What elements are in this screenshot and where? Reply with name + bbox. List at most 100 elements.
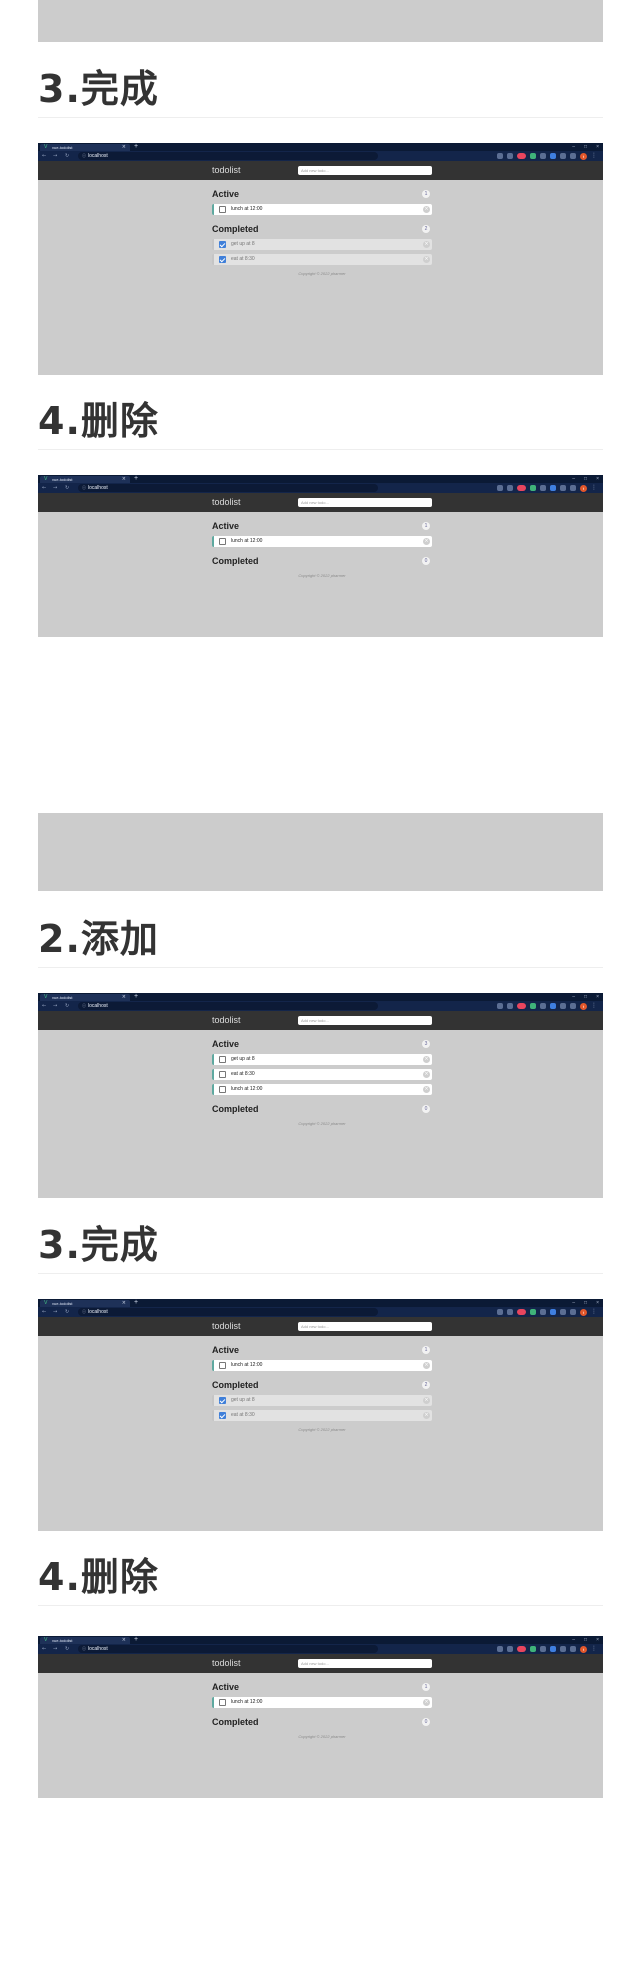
forward-icon[interactable]: →	[53, 151, 57, 161]
reload-icon[interactable]: ↻	[65, 483, 69, 493]
new-todo-input[interactable]	[298, 1016, 432, 1025]
star-icon[interactable]	[507, 153, 513, 159]
extension-icon[interactable]	[540, 1003, 546, 1009]
extension-icon[interactable]	[550, 1646, 556, 1652]
maximize-icon[interactable]: □	[584, 993, 587, 1001]
tab-close-icon[interactable]: ×	[122, 994, 126, 1001]
extension-icon[interactable]	[540, 1646, 546, 1652]
todo-checkbox-checked[interactable]	[219, 256, 226, 263]
profile-avatar[interactable]: t	[580, 152, 587, 160]
delete-icon[interactable]: ×	[423, 1086, 430, 1093]
browser-menu-icon[interactable]: ⋮	[591, 1645, 597, 1653]
forward-icon[interactable]: →	[53, 1307, 57, 1317]
maximize-icon[interactable]: □	[584, 1636, 587, 1644]
forward-icon[interactable]: →	[53, 483, 57, 493]
delete-icon[interactable]: ×	[423, 256, 430, 263]
extension-icon[interactable]	[550, 153, 556, 159]
back-icon[interactable]: ←	[42, 1644, 46, 1654]
sidebar-icon[interactable]	[570, 1003, 576, 1009]
extension-icon[interactable]	[530, 1309, 536, 1315]
close-window-icon[interactable]: ×	[596, 993, 599, 1001]
extension-icon[interactable]	[517, 153, 526, 159]
maximize-icon[interactable]: □	[584, 143, 587, 151]
sidebar-icon[interactable]	[570, 485, 576, 491]
minimize-icon[interactable]: –	[572, 1636, 575, 1644]
extension-icon[interactable]	[560, 1003, 566, 1009]
new-tab-button[interactable]: +	[134, 475, 138, 483]
address-bar[interactable]: ⓘ localhost	[78, 1645, 378, 1653]
todo-checkbox[interactable]	[219, 1362, 226, 1369]
reload-icon[interactable]: ↻	[65, 1001, 69, 1011]
extension-icon[interactable]	[530, 153, 536, 159]
extension-icon[interactable]	[530, 1003, 536, 1009]
browser-tab[interactable]: Vvue-todolist ×	[40, 994, 130, 1001]
close-window-icon[interactable]: ×	[596, 1636, 599, 1644]
address-bar[interactable]: ⓘ localhost	[78, 1002, 378, 1010]
browser-menu-icon[interactable]: ⋮	[591, 1002, 597, 1010]
extension-icon[interactable]	[560, 1646, 566, 1652]
extension-icon[interactable]	[550, 1309, 556, 1315]
delete-icon[interactable]: ×	[423, 1412, 430, 1419]
profile-avatar[interactable]: t	[580, 1002, 587, 1010]
extension-icon[interactable]	[517, 1646, 526, 1652]
todo-checkbox[interactable]	[219, 206, 226, 213]
extension-icon[interactable]	[550, 485, 556, 491]
star-icon[interactable]	[507, 1003, 513, 1009]
extension-icon[interactable]	[517, 1309, 526, 1315]
extension-icon[interactable]	[560, 153, 566, 159]
browser-tab[interactable]: Vvue-todolist ×	[40, 144, 130, 151]
minimize-icon[interactable]: –	[572, 993, 575, 1001]
delete-icon[interactable]: ×	[423, 1056, 430, 1063]
sidebar-icon[interactable]	[570, 153, 576, 159]
share-icon[interactable]	[497, 1309, 503, 1315]
tab-close-icon[interactable]: ×	[122, 476, 126, 483]
new-todo-input[interactable]	[298, 498, 432, 507]
back-icon[interactable]: ←	[42, 1307, 46, 1317]
close-window-icon[interactable]: ×	[596, 143, 599, 151]
tab-close-icon[interactable]: ×	[122, 144, 126, 151]
new-tab-button[interactable]: +	[134, 1636, 138, 1644]
profile-avatar[interactable]: t	[580, 1308, 587, 1316]
profile-avatar[interactable]: t	[580, 484, 587, 492]
minimize-icon[interactable]: –	[572, 1299, 575, 1307]
back-icon[interactable]: ←	[42, 151, 46, 161]
back-icon[interactable]: ←	[42, 1001, 46, 1011]
profile-avatar[interactable]: t	[580, 1645, 587, 1653]
forward-icon[interactable]: →	[53, 1001, 57, 1011]
extension-icon[interactable]	[540, 153, 546, 159]
minimize-icon[interactable]: –	[572, 143, 575, 151]
address-bar[interactable]: ⓘ localhost	[78, 1308, 378, 1316]
extension-icon[interactable]	[517, 485, 526, 491]
todo-checkbox[interactable]	[219, 1056, 226, 1063]
new-tab-button[interactable]: +	[134, 993, 138, 1001]
star-icon[interactable]	[507, 1309, 513, 1315]
new-tab-button[interactable]: +	[134, 143, 138, 151]
browser-tab[interactable]: Vvue-todolist ×	[40, 476, 130, 483]
extension-icon[interactable]	[540, 485, 546, 491]
todo-checkbox-checked[interactable]	[219, 1397, 226, 1404]
extension-icon[interactable]	[540, 1309, 546, 1315]
tab-close-icon[interactable]: ×	[122, 1637, 126, 1644]
delete-icon[interactable]: ×	[423, 1397, 430, 1404]
delete-icon[interactable]: ×	[423, 538, 430, 545]
share-icon[interactable]	[497, 1646, 503, 1652]
sidebar-icon[interactable]	[570, 1646, 576, 1652]
new-tab-button[interactable]: +	[134, 1299, 138, 1307]
address-bar[interactable]: ⓘ localhost	[78, 484, 378, 492]
new-todo-input[interactable]	[298, 1659, 432, 1668]
address-bar[interactable]: ⓘ localhost	[78, 152, 378, 160]
sidebar-icon[interactable]	[570, 1309, 576, 1315]
todo-checkbox[interactable]	[219, 1071, 226, 1078]
extension-icon[interactable]	[530, 1646, 536, 1652]
maximize-icon[interactable]: □	[584, 475, 587, 483]
close-window-icon[interactable]: ×	[596, 1299, 599, 1307]
browser-menu-icon[interactable]: ⋮	[591, 484, 597, 492]
delete-icon[interactable]: ×	[423, 1071, 430, 1078]
close-window-icon[interactable]: ×	[596, 475, 599, 483]
minimize-icon[interactable]: –	[572, 475, 575, 483]
extension-icon[interactable]	[560, 485, 566, 491]
todo-checkbox[interactable]	[219, 538, 226, 545]
forward-icon[interactable]: →	[53, 1644, 57, 1654]
todo-checkbox-checked[interactable]	[219, 1412, 226, 1419]
share-icon[interactable]	[497, 1003, 503, 1009]
